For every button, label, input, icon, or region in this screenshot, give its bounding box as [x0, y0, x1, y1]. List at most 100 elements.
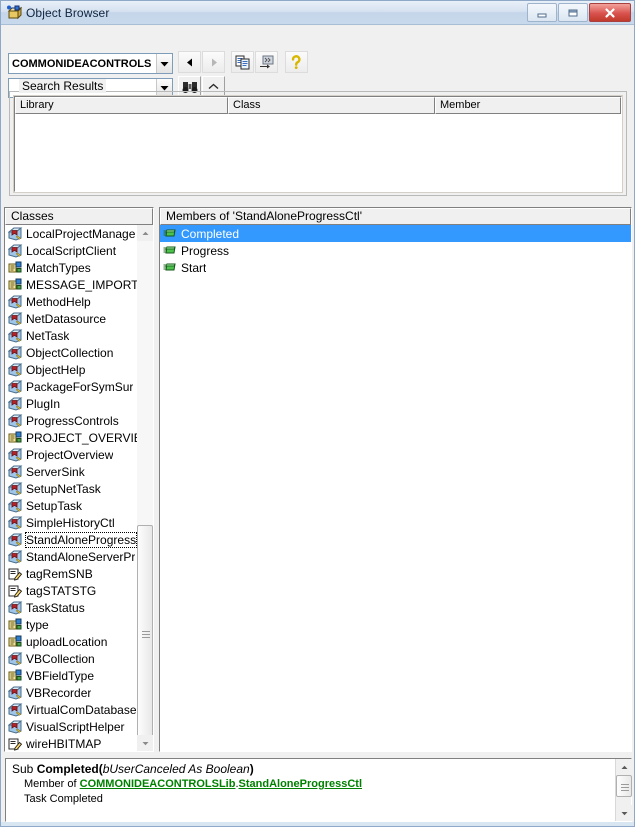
list-item[interactable]: wireHBITMAP	[5, 735, 153, 751]
copy-button[interactable]	[231, 51, 254, 73]
search-results-listview[interactable]: Library Class Member	[13, 95, 623, 193]
scrollbar-thumb[interactable]	[137, 525, 153, 740]
list-item[interactable]: type	[5, 616, 153, 633]
column-member[interactable]: Member	[435, 97, 621, 114]
enum-icon	[8, 618, 23, 632]
enum-icon	[8, 431, 23, 445]
column-class[interactable]: Class	[228, 97, 435, 114]
class-icon	[8, 448, 23, 462]
list-item-label: SetupNetTask	[26, 481, 101, 496]
restore-button[interactable]	[558, 3, 588, 22]
library-combo[interactable]: COMMONIDEACONTROLS	[8, 53, 173, 74]
scroll-up-button[interactable]	[616, 759, 632, 775]
help-button[interactable]	[285, 51, 308, 73]
list-item[interactable]: PlugIn	[5, 395, 153, 412]
list-item-label: SimpleHistoryCtl	[26, 515, 115, 530]
list-item-label: MESSAGE_IMPORTÄ	[26, 277, 147, 292]
list-item[interactable]: SimpleHistoryCtl	[5, 514, 153, 531]
list-item[interactable]: ObjectCollection	[5, 344, 153, 361]
list-item[interactable]: SetupNetTask	[5, 480, 153, 497]
list-item[interactable]: PROJECT_OVERVIE	[5, 429, 153, 446]
list-item[interactable]: Start	[160, 259, 631, 276]
library-combo-value: COMMONIDEACONTROLS	[12, 57, 152, 70]
list-item[interactable]: VBRecorder	[5, 684, 153, 701]
scroll-down-button[interactable]	[137, 735, 153, 751]
method-icon	[163, 261, 178, 275]
view-definition-button[interactable]	[255, 51, 278, 73]
class-icon	[8, 363, 23, 377]
list-item[interactable]: VirtualComDatabase	[5, 701, 153, 718]
scroll-down-button[interactable]	[616, 805, 632, 821]
list-item[interactable]: NetTask	[5, 327, 153, 344]
list-item-label: VBFieldType	[26, 668, 95, 683]
list-item[interactable]: ProjectOverview	[5, 446, 153, 463]
scrollbar-thumb[interactable]	[616, 775, 632, 797]
class-icon	[8, 499, 23, 513]
list-item[interactable]: NetDatasource	[5, 310, 153, 327]
list-item[interactable]: MethodHelp	[5, 293, 153, 310]
detail-member-of: Member of COMMONIDEACONTROLSLib.StandAlo…	[12, 777, 625, 792]
list-item[interactable]: uploadLocation	[5, 633, 153, 650]
list-item[interactable]: StandAloneProgress	[5, 531, 153, 548]
list-item[interactable]: ObjectHelp	[5, 361, 153, 378]
signature-name: Completed	[36, 762, 99, 776]
class-icon	[8, 312, 23, 326]
list-item-label: ProgressControls	[26, 413, 119, 428]
forward-button[interactable]	[202, 51, 225, 73]
chevron-down-icon[interactable]	[156, 54, 172, 73]
detail-scrollbar[interactable]	[615, 759, 632, 821]
detail-text: Sub Completed(bUserCanceled As Boolean) …	[6, 759, 631, 807]
list-item[interactable]: LocalScriptClient	[5, 242, 153, 259]
list-item[interactable]: PackageForSymSur	[5, 378, 153, 395]
list-item[interactable]: Completed	[160, 225, 631, 242]
close-button[interactable]	[589, 3, 631, 22]
list-item[interactable]: tagSTATSTG	[5, 582, 153, 599]
list-item[interactable]: MESSAGE_IMPORTÄ	[5, 276, 153, 293]
list-item-label: TaskStatus	[26, 600, 85, 615]
detail-pane: Sub Completed(bUserCanceled As Boolean) …	[5, 758, 632, 822]
class-icon	[8, 703, 23, 717]
list-item[interactable]: tagRemSNB	[5, 565, 153, 582]
list-item[interactable]: SetupTask	[5, 497, 153, 514]
scroll-up-button[interactable]	[137, 225, 153, 241]
title-bar: Object Browser	[1, 1, 634, 25]
list-item[interactable]: ServerSink	[5, 463, 153, 480]
list-item-label: ObjectHelp	[26, 362, 86, 377]
list-item[interactable]: VBCollection	[5, 650, 153, 667]
members-pane-header: Members of 'StandAloneProgressCtl'	[160, 208, 631, 225]
library-link[interactable]: COMMONIDEACONTROLSLib	[80, 778, 236, 790]
list-item-label: MethodHelp	[26, 294, 91, 309]
minimize-button[interactable]	[527, 3, 557, 22]
back-button[interactable]	[178, 51, 201, 73]
list-item[interactable]: TaskStatus	[5, 599, 153, 616]
search-results-header: Library Class Member	[15, 97, 621, 114]
list-item[interactable]: VBFieldType	[5, 667, 153, 684]
list-item[interactable]: MatchTypes	[5, 259, 153, 276]
classes-scrollbar[interactable]	[137, 225, 153, 751]
list-item[interactable]: LocalProjectManage	[5, 225, 153, 242]
class-icon	[8, 397, 23, 411]
list-item[interactable]: ProgressControls	[5, 412, 153, 429]
list-item-label: VisualScriptHelper	[26, 719, 125, 734]
class-link[interactable]: StandAloneProgressCtl	[239, 778, 362, 790]
column-library[interactable]: Library	[15, 97, 228, 114]
enum-icon	[8, 261, 23, 275]
list-item[interactable]: Progress	[160, 242, 631, 259]
class-icon	[8, 601, 23, 615]
class-icon	[8, 346, 23, 360]
window-title: Object Browser	[26, 5, 110, 20]
list-item-label: wireHBITMAP	[26, 736, 102, 751]
list-item-label: PROJECT_OVERVIE	[26, 430, 142, 445]
members-list[interactable]: Completed Progress Start	[160, 225, 631, 751]
list-item-label: MatchTypes	[26, 260, 91, 275]
object-browser-icon	[6, 5, 22, 21]
list-item-label: NetDatasource	[26, 311, 107, 326]
class-icon	[8, 465, 23, 479]
list-item-label: LocalProjectManage	[26, 226, 136, 241]
classes-list[interactable]: LocalProjectManage LocalScriptClient Match…	[5, 225, 153, 751]
toolbar: COMMONIDEACONTROLS	[1, 25, 634, 98]
list-item[interactable]: StandAloneServerPr	[5, 548, 153, 565]
list-item-label: PlugIn	[26, 396, 61, 411]
list-item[interactable]: VisualScriptHelper	[5, 718, 153, 735]
list-item-label: Start	[181, 260, 207, 275]
